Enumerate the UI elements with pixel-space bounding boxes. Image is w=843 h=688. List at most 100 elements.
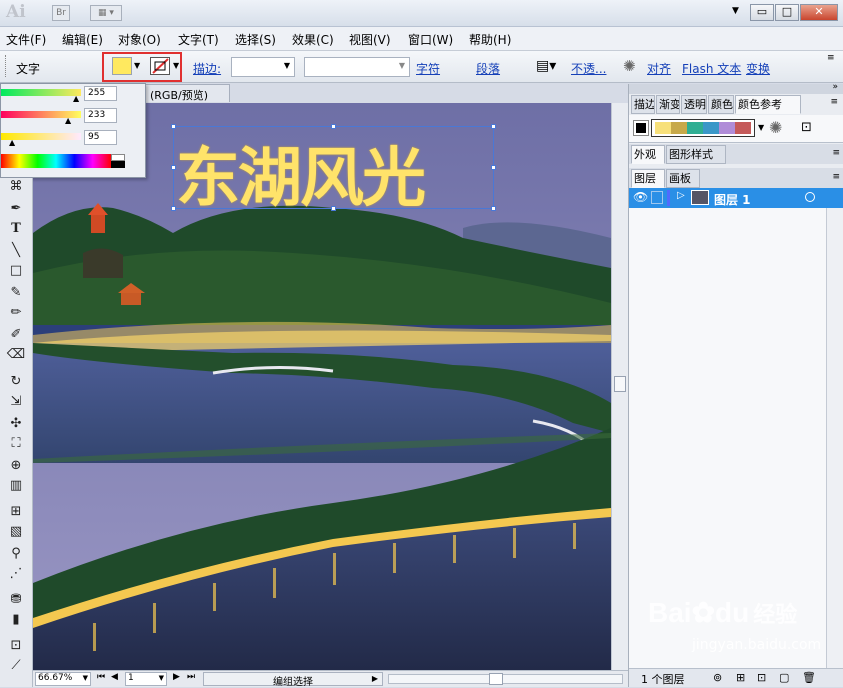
recolor-icon[interactable]: ✺ (623, 57, 636, 75)
text-bounding-box[interactable]: 东湖风光 (171, 124, 496, 216)
delete-layer-icon[interactable]: 🗑 (802, 671, 816, 684)
menu-select[interactable]: 选择(S) (235, 31, 276, 48)
last-page-icon[interactable]: ⏭ (187, 672, 195, 682)
page-field[interactable]: 1 ▼ (125, 672, 167, 686)
new-sublayer-icon[interactable]: ⊡ (757, 671, 766, 684)
tab-gradient[interactable]: 渐变 (656, 95, 680, 114)
pencil-tool-icon[interactable]: ✏ (6, 304, 26, 322)
menu-window[interactable]: 窗口(W) (408, 31, 453, 48)
opacity-link[interactable]: 不透... (571, 60, 606, 77)
lasso-tool-icon[interactable]: ⌘ (6, 178, 26, 196)
character-link[interactable]: 字符 (416, 60, 440, 77)
green-value-field[interactable]: 233 (84, 108, 117, 123)
layers-menu-icon[interactable]: ≡ (832, 172, 840, 182)
zoom-field[interactable]: 66.67% ▼ (35, 672, 91, 686)
red-slider-thumb[interactable]: ▲ (73, 94, 79, 103)
harmony-swatch-strip[interactable] (651, 119, 755, 137)
harmony-dropdown-arrow[interactable]: ▼ (758, 123, 764, 132)
red-value-field[interactable]: 255 (84, 86, 117, 101)
artboard-canvas[interactable]: 东湖风光 (33, 103, 611, 670)
minimize-button[interactable]: ▭ (750, 4, 774, 21)
edit-colors-icon[interactable]: ✺ (769, 118, 782, 137)
blue-value-field[interactable]: 95 (84, 130, 117, 145)
layer-name[interactable]: 图层 1 (714, 191, 751, 208)
shape-builder-icon[interactable]: ⊕ (6, 457, 26, 475)
black-swatch[interactable] (111, 161, 125, 168)
harmony-swatch-5[interactable] (735, 122, 751, 134)
menu-effect[interactable]: 效果(C) (292, 31, 334, 48)
stroke-none-swatch[interactable] (150, 57, 170, 75)
paintbrush-tool-icon[interactable]: ✎ (6, 284, 26, 302)
white-swatch[interactable] (111, 154, 125, 161)
blob-brush-icon[interactable]: ✐ (6, 326, 26, 344)
panel-menu-icon[interactable]: ≡ (830, 97, 838, 107)
eyedropper-tool-icon[interactable]: ⚲ (6, 545, 26, 563)
expand-triangle-icon[interactable]: ▷ (677, 190, 685, 201)
visibility-eye-icon[interactable]: 👁 (633, 190, 648, 204)
harmony-swatch-2[interactable] (687, 122, 703, 134)
scroll-thumb[interactable] (614, 376, 626, 392)
align-link[interactable]: 对齐 (647, 60, 671, 77)
menu-file[interactable]: 文件(F) (6, 31, 46, 48)
layer-row[interactable]: 👁 ▷ 图层 1 (629, 188, 843, 208)
tab-appearance[interactable]: 外观 (631, 145, 665, 164)
menu-object[interactable]: 对象(O) (118, 31, 161, 48)
rectangle-tool-icon[interactable]: □ (6, 262, 26, 280)
tab-transparency[interactable]: 透明 (681, 95, 707, 114)
slice-tool-icon[interactable]: ⟋ (6, 657, 26, 675)
pen-tool-icon[interactable]: ✒ (6, 200, 26, 218)
lock-toggle[interactable] (651, 191, 663, 204)
free-transform-icon[interactable]: ⛶ (6, 435, 26, 453)
harmony-swatch-3[interactable] (703, 122, 719, 134)
paragraph-link[interactable]: 段落 (476, 60, 500, 77)
tab-artboards[interactable]: 画板 (666, 169, 700, 188)
column-graph-icon[interactable]: ▮ (6, 611, 26, 629)
resize-handle-tr[interactable] (491, 124, 496, 129)
resize-handle-r[interactable] (491, 165, 496, 170)
line-tool-icon[interactable]: ╲ (6, 242, 26, 260)
paragraph-style-icon[interactable]: ▤▾ (536, 58, 556, 74)
base-color-swatch[interactable] (633, 120, 649, 136)
stroke-dropdown-arrow[interactable]: ▼ (173, 61, 179, 70)
harmony-swatch-0[interactable] (655, 122, 671, 134)
resize-handle-br[interactable] (491, 206, 496, 211)
stroke-link[interactable]: 描边: (193, 60, 221, 77)
bridge-button[interactable]: Br (52, 5, 70, 21)
mesh-tool-icon[interactable]: ⊞ (6, 503, 26, 521)
clipping-mask-icon[interactable]: ⊞ (736, 671, 745, 684)
tab-layers[interactable]: 图层 (631, 169, 665, 188)
warp-tool-icon[interactable]: ✣ (6, 415, 26, 433)
type-tool-icon[interactable]: T (6, 220, 26, 238)
fill-color-swatch[interactable] (112, 57, 132, 75)
eraser-tool-icon[interactable]: ⌫ (6, 346, 26, 364)
control-menu-icon[interactable]: ≡ (827, 53, 835, 63)
prev-page-icon[interactable]: ◀ (111, 672, 118, 682)
rotate-tool-icon[interactable]: ↻ (6, 373, 26, 391)
fill-dropdown-arrow[interactable]: ▼ (134, 61, 140, 70)
next-page-icon[interactable]: ▶ (173, 672, 180, 682)
save-group-icon[interactable]: ⊡ (801, 120, 812, 135)
status-mode-display[interactable]: 编组选择 ▶ (203, 672, 383, 688)
vertical-scrollbar[interactable] (611, 103, 628, 670)
menu-help[interactable]: 帮助(H) (469, 31, 511, 48)
blue-slider-thumb[interactable]: ▲ (9, 138, 15, 147)
tab-graphic-styles[interactable]: 图形样式 (666, 145, 726, 164)
restore-button[interactable]: □ (775, 4, 799, 21)
appearance-menu-icon[interactable]: ≡ (832, 148, 840, 158)
layers-scrollbar[interactable] (826, 208, 843, 668)
first-page-icon[interactable]: ⏮ (97, 672, 105, 682)
blend-tool-icon[interactable]: ⋰ (6, 565, 26, 583)
close-button[interactable]: ✕ (800, 4, 838, 21)
red-slider[interactable] (1, 89, 81, 96)
font-field[interactable]: ▼ (304, 57, 410, 77)
stroke-weight-field[interactable]: ▼ (231, 57, 295, 77)
h-scroll-thumb[interactable] (489, 673, 503, 685)
document-tab[interactable]: (RGB/预览) ✕ (145, 84, 230, 117)
headline-text[interactable]: 东湖风光 (176, 127, 426, 219)
menu-view[interactable]: 视图(V) (349, 31, 391, 48)
menu-edit[interactable]: 编辑(E) (62, 31, 103, 48)
color-spectrum[interactable] (1, 154, 111, 168)
gradient-tool-icon[interactable]: ▧ (6, 523, 26, 541)
locate-object-icon[interactable]: ⊚ (713, 671, 722, 684)
artboard-tool-icon[interactable]: ⊡ (6, 637, 26, 655)
